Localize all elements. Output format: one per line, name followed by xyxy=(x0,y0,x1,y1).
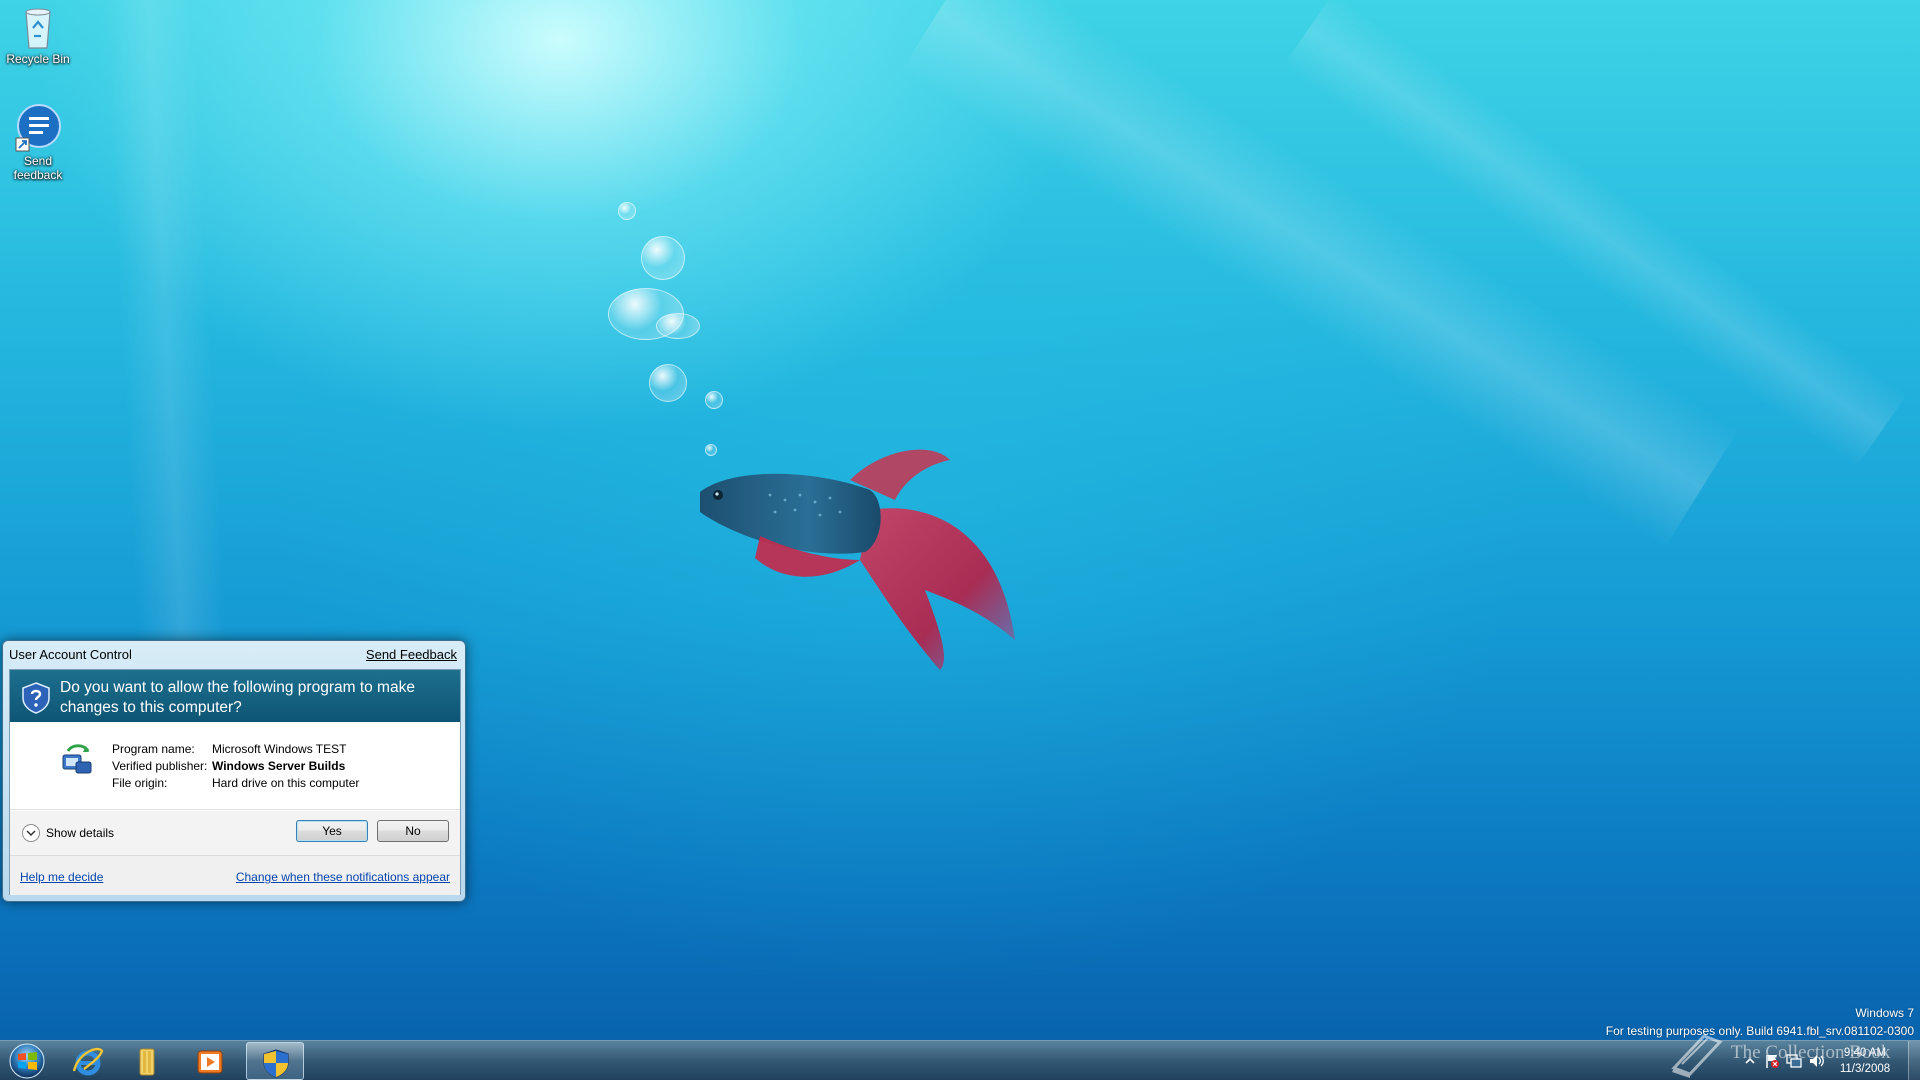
recycle-bin-icon xyxy=(25,8,51,49)
uac-content: Do you want to allow the following progr… xyxy=(9,669,461,895)
show-details-toggle[interactable] xyxy=(22,824,40,842)
uac-actions: Show details Yes No xyxy=(10,811,460,855)
collection-book-label: The Collection Book xyxy=(1731,1042,1891,1063)
uac-question-shield-icon xyxy=(22,682,50,714)
chevron-down-icon xyxy=(26,830,36,837)
watermark-windows-version: Windows 7 xyxy=(1855,1006,1914,1020)
recycle-bin[interactable]: Recycle Bin xyxy=(0,2,76,66)
show-details-label[interactable]: Show details xyxy=(46,826,114,840)
book-icon xyxy=(1671,1034,1723,1078)
file-origin-value: Hard drive on this computer xyxy=(212,776,360,790)
taskbar: 9:40 AM 11/3/2008 xyxy=(0,1040,1920,1080)
recycle-bin-label: Recycle Bin xyxy=(6,52,70,66)
uac-question: Do you want to allow the following progr… xyxy=(60,679,415,716)
collection-book-watermark: The Collection Book xyxy=(1668,1028,1908,1080)
program-name-value: Microsoft Windows TEST xyxy=(212,742,347,756)
show-desktop-button[interactable] xyxy=(1908,1041,1920,1080)
bubble xyxy=(649,364,687,402)
change-notifications-link[interactable]: Change when these notifications appear xyxy=(236,870,450,884)
light-ray xyxy=(1282,0,1908,468)
light-ray xyxy=(101,0,229,662)
media-player-icon xyxy=(197,1050,223,1074)
uac-banner: Do you want to allow the following progr… xyxy=(10,670,460,722)
taskbar-media-player[interactable] xyxy=(181,1042,239,1080)
bubble xyxy=(705,391,723,409)
bubble xyxy=(641,236,685,280)
ie-icon xyxy=(72,1047,104,1076)
publisher-row: Verified publisher: Windows Server Builds xyxy=(112,759,345,773)
betta-fish-image xyxy=(700,449,1015,670)
uac-dialog: User Account Control Send Feedback Do yo… xyxy=(2,640,466,902)
taskbar-windows-explorer[interactable] xyxy=(118,1042,176,1080)
file-origin-row: File origin: Hard drive on this computer xyxy=(112,776,359,790)
no-button[interactable]: No xyxy=(377,820,449,842)
uac-title: User Account Control xyxy=(9,647,132,662)
program-details: Program name: Microsoft Windows TEST Veri… xyxy=(10,722,460,810)
program-name-label: Program name: xyxy=(112,742,195,756)
uac-titlebar[interactable]: User Account Control Send Feedback xyxy=(3,641,465,667)
bubble xyxy=(618,202,636,220)
uac-footer: Help me decide Change when these notific… xyxy=(10,855,460,895)
yes-button[interactable]: Yes xyxy=(296,820,368,842)
program-icon xyxy=(62,744,92,774)
light-ray xyxy=(901,0,1739,548)
publisher-value: Windows Server Builds xyxy=(212,759,346,773)
send-feedback-icon xyxy=(15,104,61,152)
start-button[interactable] xyxy=(4,1042,50,1080)
send-feedback-link[interactable]: Send Feedback xyxy=(366,647,457,662)
bubble xyxy=(656,313,700,339)
taskbar-user-account-control[interactable] xyxy=(246,1042,304,1080)
send-feedback-label: Send feedback xyxy=(13,154,63,182)
file-origin-label: File origin: xyxy=(112,776,168,790)
publisher-label: Verified publisher: xyxy=(112,759,208,773)
program-name-row: Program name: Microsoft Windows TEST xyxy=(112,742,346,756)
uac-shield-icon xyxy=(263,1049,289,1078)
send-feedback-shortcut[interactable]: Send feedback xyxy=(0,104,76,182)
help-me-decide-link[interactable]: Help me decide xyxy=(20,870,103,884)
folder-icon xyxy=(139,1048,155,1076)
taskbar-internet-explorer[interactable] xyxy=(59,1042,117,1080)
desktop[interactable]: Recycle Bin Send feedback User Account C… xyxy=(0,0,1920,1040)
